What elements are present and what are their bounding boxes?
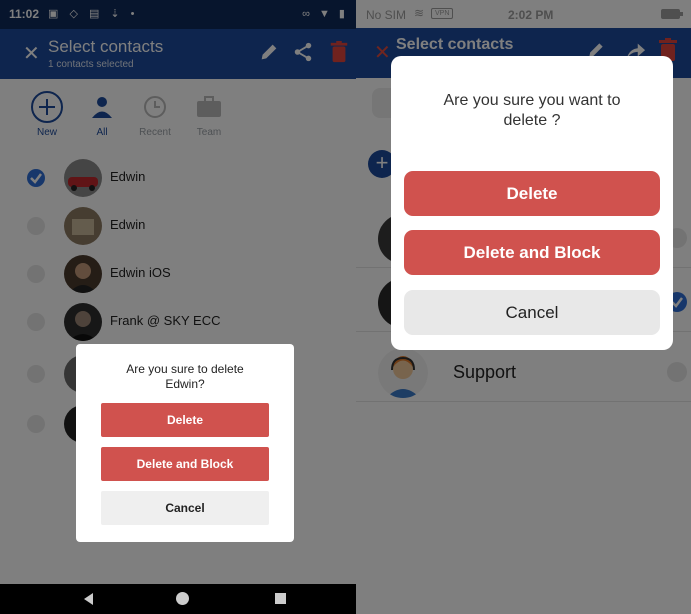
dialog-message: Are you sure to delete Edwin? xyxy=(76,362,294,392)
ios-screen: No SIM ≋ VPN 2:02 PM ✕ Select contacts +… xyxy=(356,0,691,614)
dialog-message-text: Are you sure to delete Edwin? xyxy=(126,362,244,391)
android-screen: 11:02 ▣ ◇ ▤ ⇣ • ∞ ▼ ▮ ✕ Select contacts … xyxy=(0,0,356,614)
delete-dialog: Are you sure to delete Edwin? Delete Del… xyxy=(76,344,294,542)
delete-and-block-button[interactable]: Delete and Block xyxy=(404,230,660,275)
back-icon[interactable] xyxy=(84,593,93,605)
delete-button[interactable]: Delete xyxy=(101,403,269,437)
home-icon[interactable] xyxy=(176,592,189,605)
recents-icon[interactable] xyxy=(275,593,286,604)
delete-and-block-button[interactable]: Delete and Block xyxy=(101,447,269,481)
cancel-button[interactable]: Cancel xyxy=(404,290,660,335)
dialog-message-text: Are you sure you want to delete ? xyxy=(443,92,621,129)
dialog-message: Are you sure you want to delete ? xyxy=(391,91,673,131)
delete-dialog: Are you sure you want to delete ? Delete… xyxy=(391,56,673,350)
android-nav-bar xyxy=(0,584,356,614)
cancel-button[interactable]: Cancel xyxy=(101,491,269,525)
delete-button[interactable]: Delete xyxy=(404,171,660,216)
